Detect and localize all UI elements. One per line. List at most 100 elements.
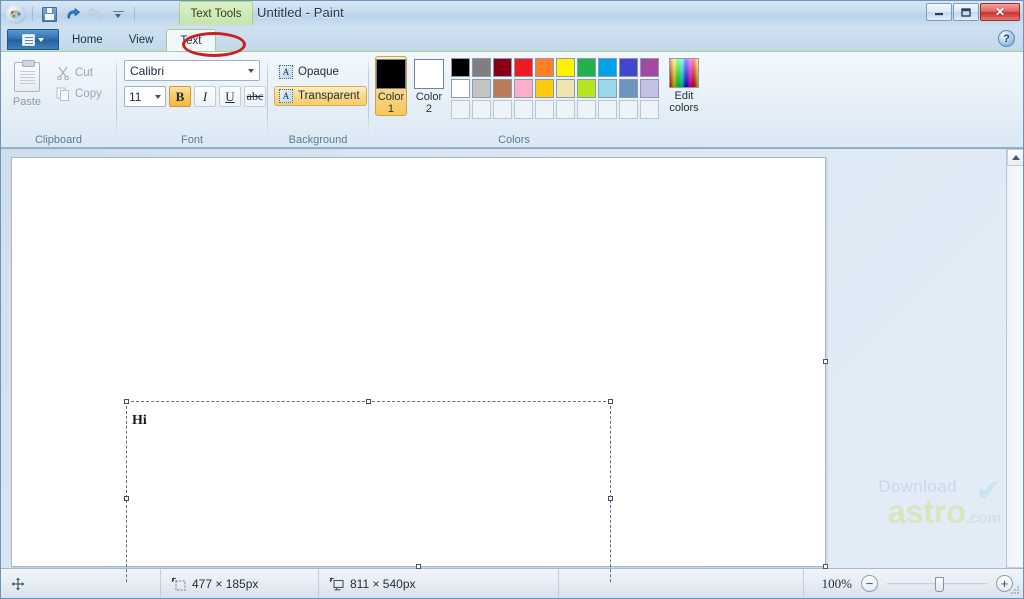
textbox-handle-middle-right[interactable] bbox=[608, 496, 613, 501]
save-icon[interactable] bbox=[39, 5, 59, 24]
help-icon[interactable]: ? bbox=[998, 30, 1015, 47]
palette-swatch[interactable] bbox=[472, 100, 491, 119]
opaque-button[interactable]: A Opaque bbox=[274, 62, 367, 82]
customize-qat-icon[interactable] bbox=[108, 5, 128, 24]
font-size-value: 11 bbox=[129, 89, 142, 104]
close-icon: ✕ bbox=[994, 5, 1006, 19]
textbox-handle-middle-left[interactable] bbox=[124, 496, 129, 501]
tab-text[interactable]: Text bbox=[166, 29, 216, 52]
chevron-down-icon bbox=[155, 95, 161, 99]
color-palette bbox=[451, 56, 659, 119]
palette-swatch[interactable] bbox=[619, 58, 638, 77]
edit-colors-button[interactable]: Edit colors bbox=[669, 56, 699, 114]
canvas-wrapper: Hi bbox=[11, 157, 828, 583]
palette-swatch[interactable] bbox=[640, 100, 659, 119]
palette-swatch[interactable] bbox=[514, 100, 533, 119]
palette-swatch[interactable] bbox=[598, 79, 617, 98]
minimize-button[interactable] bbox=[926, 3, 952, 21]
edit-colors-label-line1: Edit bbox=[674, 90, 694, 102]
move-icon bbox=[11, 577, 25, 591]
palette-swatch[interactable] bbox=[493, 58, 512, 77]
maximize-button[interactable] bbox=[953, 3, 979, 21]
bold-button[interactable]: B bbox=[169, 86, 191, 107]
scissors-icon bbox=[56, 66, 70, 81]
color2-label-line2: 2 bbox=[425, 103, 433, 115]
copy-button[interactable]: Copy bbox=[56, 85, 102, 103]
font-family-value: Calibri bbox=[130, 63, 165, 78]
watermark-line3: .com bbox=[965, 510, 1002, 527]
ribbon-group-background: A Opaque A Transparent Background bbox=[268, 52, 368, 148]
palette-swatch[interactable] bbox=[640, 58, 659, 77]
ribbon-group-font: Calibri 11 B I U abc Font bbox=[117, 52, 267, 148]
palette-swatch[interactable] bbox=[451, 100, 470, 119]
resize-grip[interactable] bbox=[1009, 584, 1021, 596]
textbox-handle-top-center[interactable] bbox=[365, 399, 371, 404]
check-icon: ✔ bbox=[975, 475, 1001, 508]
scroll-up-button[interactable] bbox=[1007, 149, 1023, 166]
paste-button[interactable]: Paste bbox=[1, 56, 53, 108]
window-title: Untitled - Paint bbox=[257, 5, 344, 20]
palette-swatch[interactable] bbox=[598, 100, 617, 119]
tab-view[interactable]: View bbox=[116, 29, 167, 51]
quick-access-toolbar bbox=[1, 3, 138, 25]
window-controls: ✕ bbox=[926, 3, 1020, 21]
paint-menu-button[interactable] bbox=[7, 29, 59, 50]
zoom-out-button[interactable]: − bbox=[861, 575, 878, 592]
palette-swatch[interactable] bbox=[451, 58, 470, 77]
color2-button[interactable]: Color 2 bbox=[413, 56, 445, 116]
chevron-up-icon bbox=[1011, 155, 1020, 160]
transparent-button[interactable]: A Transparent bbox=[274, 86, 367, 106]
palette-swatch[interactable] bbox=[556, 79, 575, 98]
vertical-scrollbar[interactable] bbox=[1006, 149, 1023, 583]
zoom-slider-thumb[interactable] bbox=[935, 576, 944, 592]
font-family-combobox[interactable]: Calibri bbox=[124, 60, 260, 81]
palette-swatch[interactable] bbox=[640, 79, 659, 98]
palette-swatch[interactable] bbox=[619, 100, 638, 119]
work-area: Download astro.com ✔ Hi bbox=[1, 148, 1023, 583]
close-button[interactable]: ✕ bbox=[980, 3, 1020, 21]
qat-divider-1 bbox=[32, 7, 33, 21]
palette-row-3 bbox=[451, 100, 659, 119]
copy-label: Copy bbox=[75, 88, 102, 100]
undo-icon[interactable] bbox=[62, 5, 82, 24]
palette-row-1 bbox=[451, 58, 659, 77]
palette-swatch[interactable] bbox=[514, 58, 533, 77]
font-size-combobox[interactable]: 11 bbox=[124, 86, 166, 107]
palette-swatch[interactable] bbox=[577, 100, 596, 119]
tab-home[interactable]: Home bbox=[59, 29, 116, 51]
palette-swatch[interactable] bbox=[472, 79, 491, 98]
palette-swatch[interactable] bbox=[472, 58, 491, 77]
underline-button[interactable]: U bbox=[219, 86, 241, 107]
palette-swatch[interactable] bbox=[451, 79, 470, 98]
palette-swatch[interactable] bbox=[598, 58, 617, 77]
palette-swatch[interactable] bbox=[514, 79, 533, 98]
cut-button[interactable]: Cut bbox=[56, 64, 102, 82]
palette-swatch[interactable] bbox=[535, 79, 554, 98]
group-label-clipboard: Clipboard bbox=[34, 134, 83, 146]
rainbow-icon bbox=[669, 58, 699, 88]
drawing-canvas[interactable]: Hi bbox=[11, 157, 828, 583]
palette-swatch[interactable] bbox=[535, 58, 554, 77]
canvas-resize-handle-right[interactable] bbox=[823, 359, 828, 364]
text-selection-box[interactable]: Hi bbox=[124, 399, 613, 583]
palette-swatch[interactable] bbox=[577, 79, 596, 98]
italic-button[interactable]: I bbox=[194, 86, 216, 107]
textbox-handle-top-right[interactable] bbox=[608, 399, 613, 404]
palette-swatch[interactable] bbox=[577, 58, 596, 77]
palette-swatch[interactable] bbox=[556, 58, 575, 77]
palette-swatch[interactable] bbox=[619, 79, 638, 98]
canvas-resize-handle-corner[interactable] bbox=[823, 564, 828, 569]
palette-row-2 bbox=[451, 79, 659, 98]
paint-orb-icon[interactable] bbox=[6, 4, 26, 24]
zoom-slider[interactable] bbox=[887, 576, 987, 592]
palette-swatch[interactable] bbox=[535, 100, 554, 119]
palette-swatch[interactable] bbox=[493, 100, 512, 119]
color1-button[interactable]: Color 1 bbox=[375, 56, 407, 116]
palette-swatch[interactable] bbox=[493, 79, 512, 98]
watermark-line1: Download bbox=[878, 477, 957, 496]
textbox-handle-top-left[interactable] bbox=[124, 399, 129, 404]
palette-swatch[interactable] bbox=[556, 100, 575, 119]
edit-colors-label-line2: colors bbox=[669, 102, 699, 114]
strikethrough-button[interactable]: abc bbox=[244, 86, 266, 107]
title-bar: Text Tools Untitled - Paint ✕ bbox=[1, 1, 1023, 27]
